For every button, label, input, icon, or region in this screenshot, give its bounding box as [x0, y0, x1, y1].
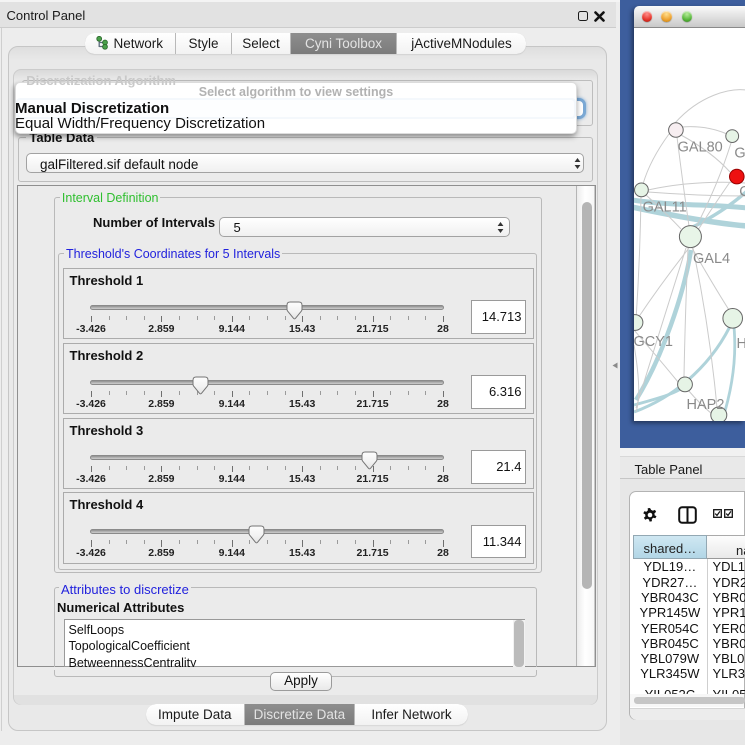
svg-text:GCY1: GCY1 — [634, 334, 673, 350]
svg-text:GAL4: GAL4 — [693, 251, 730, 267]
svg-text:H: H — [736, 336, 745, 352]
svg-text:HAP2: HAP2 — [686, 397, 724, 413]
svg-text:GAL11: GAL11 — [642, 200, 686, 216]
svg-text:GAL80: GAL80 — [677, 139, 722, 155]
svg-text:C: C — [739, 184, 745, 200]
svg-text:G.: G. — [734, 145, 745, 161]
